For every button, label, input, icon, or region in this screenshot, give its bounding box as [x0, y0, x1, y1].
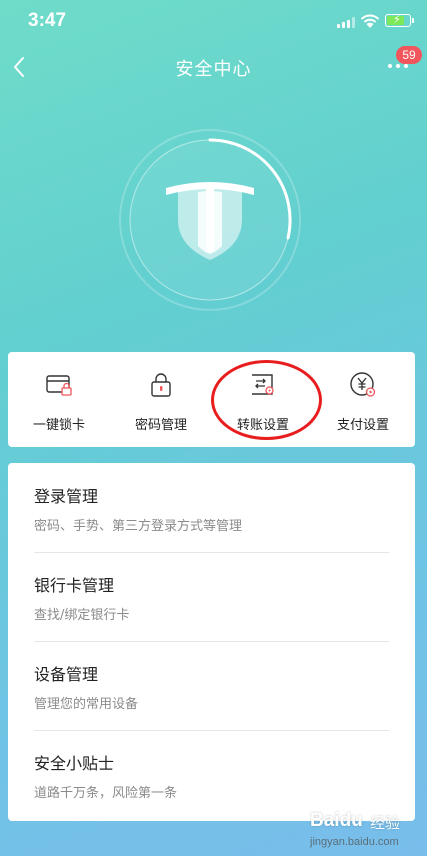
quick-action-label: 支付设置 — [336, 418, 389, 433]
settings-list-card: 登录管理 密码、手势、第三方登录方式等管理 银行卡管理 查找/绑定银行卡 设备管… — [8, 463, 415, 821]
list-item-bank-card-management[interactable]: 银行卡管理 查找/绑定银行卡 — [34, 552, 389, 641]
wifi-icon — [360, 14, 380, 28]
transfer-settings-icon — [252, 374, 274, 395]
list-item-title: 安全小贴士 — [34, 754, 115, 773]
quick-action-payment[interactable]: 支付设置 — [313, 352, 413, 447]
quick-actions-card: 一键锁卡 密码管理 转账设置 支付设置 — [8, 352, 415, 447]
nav-bar: 安全中心 59 — [0, 44, 427, 90]
baidu-jingyan-watermark: Baidu 经验 jingyan.baidu.com — [308, 808, 424, 854]
quick-action-label: 密码管理 — [134, 418, 187, 433]
list-item-security-tips[interactable]: 安全小贴士 道路千万条，风险第一条 — [34, 730, 389, 819]
quick-action-transfer[interactable]: 转账设置 — [213, 352, 313, 447]
watermark-brand: Baidu — [310, 810, 363, 831]
page-title: 安全中心 — [175, 59, 252, 80]
list-item-subtitle: 管理您的常用设备 — [34, 697, 139, 712]
quick-action-lock-card[interactable]: 一键锁卡 — [9, 352, 109, 447]
quick-action-password[interactable]: 密码管理 — [111, 352, 211, 447]
status-bar: 3:47 ⚡ — [0, 0, 427, 44]
notification-badge: 59 — [396, 46, 422, 64]
quick-action-label: 转账设置 — [236, 418, 289, 433]
list-item-subtitle: 道路千万条，风险第一条 — [34, 786, 178, 801]
list-item-title: 设备管理 — [34, 665, 99, 684]
list-item-title: 银行卡管理 — [34, 576, 115, 595]
list-item-login-management[interactable]: 登录管理 密码、手势、第三方登录方式等管理 — [34, 463, 389, 552]
battery-icon: ⚡ — [385, 13, 414, 27]
cellular-signal-icon — [337, 17, 355, 28]
list-item-subtitle: 查找/绑定银行卡 — [34, 608, 130, 623]
padlock-icon — [151, 373, 171, 397]
status-time: 3:47 — [28, 10, 67, 31]
more-icon[interactable] — [388, 64, 410, 70]
list-item-subtitle: 密码、手势、第三方登录方式等管理 — [34, 519, 243, 534]
list-item-device-management[interactable]: 设备管理 管理您的常用设备 — [34, 641, 389, 730]
card-lock-icon — [46, 375, 72, 396]
yuan-settings-icon — [350, 372, 376, 397]
list-item-title: 登录管理 — [34, 487, 99, 506]
watermark-url: jingyan.baidu.com — [310, 836, 399, 848]
watermark-suffix: 经验 — [370, 814, 401, 832]
quick-action-label: 一键锁卡 — [32, 418, 85, 433]
security-shield-emblem — [119, 129, 301, 311]
